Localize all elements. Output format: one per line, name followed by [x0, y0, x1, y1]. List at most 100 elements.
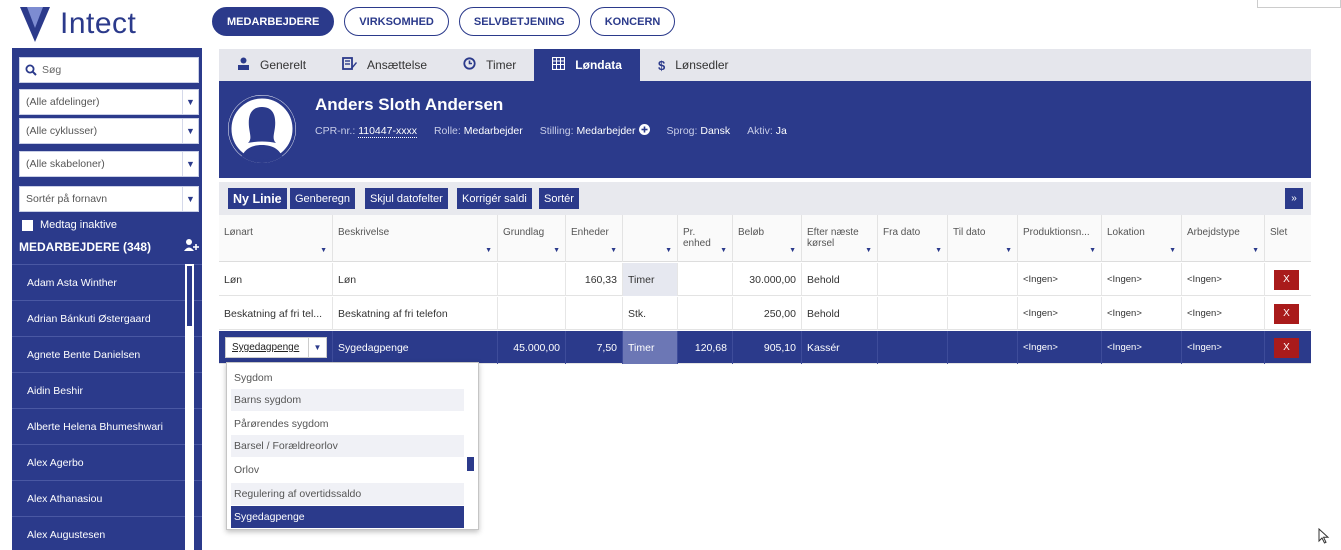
column-header-grundlag[interactable]: Grundlag ▼ — [498, 215, 566, 262]
cell-fra-dato[interactable] — [878, 263, 948, 296]
correct-balances-button[interactable]: Korrigér saldi — [457, 188, 532, 209]
tab-loensedler[interactable]: $ Lønsedler — [640, 49, 747, 81]
filter-icon[interactable]: ▼ — [935, 245, 942, 256]
cell-produktionsnummer[interactable]: <Ingen> — [1018, 263, 1102, 296]
filter-icon[interactable]: ▼ — [320, 245, 327, 256]
cell-loenart[interactable]: Løn — [219, 263, 333, 296]
filter-skabeloner[interactable]: (Alle skabeloner) ▼ — [19, 151, 199, 177]
filter-icon[interactable]: ▼ — [1005, 245, 1012, 256]
cell-pr-enhed[interactable] — [678, 263, 733, 296]
dropdown-scroll-thumb[interactable] — [467, 457, 474, 471]
nav-virksomhed[interactable]: VIRKSOMHED — [344, 7, 449, 36]
cell-enheder[interactable]: 160,33 — [566, 263, 623, 296]
cell-enheder[interactable]: 7,50 — [566, 331, 623, 364]
hide-date-fields-button[interactable]: Skjul datofelter — [365, 188, 448, 209]
employee-item[interactable]: Alex Athanasiou — [12, 480, 202, 516]
delete-row-button[interactable]: X — [1274, 337, 1299, 358]
dropdown-option-selected[interactable]: Sygedagpenge — [231, 506, 464, 528]
cell-beloeb[interactable]: 250,00 — [733, 297, 802, 330]
column-header-arbejdstype[interactable]: Arbejdstype ▼ — [1182, 215, 1265, 262]
cell-efter-naeste-koersel[interactable]: Kassér — [802, 331, 878, 364]
table-row[interactable]: Løn Løn 160,33 Timer 30.000,00 Behold <I… — [219, 263, 1311, 296]
column-header-fra-dato[interactable]: Fra dato ▼ — [878, 215, 948, 262]
table-row-selected[interactable]: Sygedagpenge ▼ Sygedagpenge 45.000,00 7,… — [219, 331, 1311, 364]
column-header-beloeb[interactable]: Beløb ▼ — [733, 215, 802, 262]
cell-efter-naeste-koersel[interactable]: Behold — [802, 297, 878, 330]
column-header-produktionsnummer[interactable]: Produktionsn... ▼ — [1018, 215, 1102, 262]
column-header-loenart[interactable]: Lønart ▼ — [219, 215, 333, 262]
cell-grundlag[interactable]: 45.000,00 — [498, 331, 566, 364]
employee-item[interactable]: Alberte Helena Bhumeshwari — [12, 408, 202, 444]
cell-produktionsnummer[interactable]: <Ingen> — [1018, 297, 1102, 330]
filter-icon[interactable]: ▼ — [1169, 245, 1176, 256]
cell-efter-naeste-koersel[interactable]: Behold — [802, 263, 878, 296]
tab-generelt[interactable]: Generelt — [219, 49, 324, 81]
nav-selvbetjening[interactable]: SELVBETJENING — [458, 7, 580, 36]
filter-afdelinger[interactable]: (Alle afdelinger) ▼ — [19, 89, 199, 115]
filter-icon[interactable]: ▼ — [485, 245, 492, 256]
dropdown-option[interactable]: Regulering af overtidssaldo — [231, 483, 464, 505]
tab-loendata[interactable]: Løndata — [534, 49, 640, 81]
employee-item[interactable]: Aidin Beshir — [12, 372, 202, 408]
expand-panel-button[interactable]: » — [1285, 188, 1303, 209]
filter-icon[interactable]: ▼ — [1252, 245, 1259, 256]
cpr-value[interactable]: 110447-xxxx — [358, 125, 417, 138]
cell-beloeb[interactable]: 905,10 — [733, 331, 802, 364]
cell-arbejdstype[interactable]: <Ingen> — [1182, 263, 1265, 296]
search-input[interactable]: Søg — [19, 57, 199, 83]
column-header-efter-naeste-koersel[interactable]: Efter næste kørsel ▼ — [802, 215, 878, 262]
add-circle-icon[interactable] — [638, 124, 650, 138]
filter-icon[interactable]: ▼ — [665, 245, 672, 256]
filter-icon[interactable]: ▼ — [865, 245, 872, 256]
column-header-lokation[interactable]: Lokation ▼ — [1102, 215, 1182, 262]
sort-button[interactable]: Sortér — [539, 188, 579, 209]
cell-til-dato[interactable] — [948, 331, 1018, 364]
chevron-down-icon[interactable]: ▼ — [308, 338, 326, 357]
sort-select[interactable]: Sortér på fornavn ▼ — [19, 186, 199, 212]
dropdown-option[interactable]: Sygdom — [231, 367, 464, 389]
loenart-combobox[interactable]: Sygedagpenge ▼ — [225, 337, 327, 358]
cell-grundlag[interactable] — [498, 263, 566, 296]
cell-fra-dato[interactable] — [878, 297, 948, 330]
include-inactive-checkbox[interactable] — [22, 219, 33, 231]
employee-item[interactable]: Adam Asta Winther — [12, 264, 202, 300]
tab-timer[interactable]: Timer — [445, 49, 534, 81]
cell-lokation[interactable]: <Ingen> — [1102, 331, 1182, 364]
dropdown-option[interactable]: Orlov — [231, 459, 464, 481]
cell-loenart[interactable]: Beskatning af fri tel... — [219, 297, 333, 330]
employee-item[interactable]: Alex Agerbo — [12, 444, 202, 480]
employee-list-scroll-thumb[interactable] — [187, 266, 192, 326]
filter-icon[interactable]: ▼ — [553, 245, 560, 256]
column-header-enheder[interactable]: Enheder ▼ — [566, 215, 623, 262]
include-inactive[interactable]: Medtag inaktive — [22, 219, 117, 231]
filter-cyklusser[interactable]: (Alle cyklusser) ▼ — [19, 118, 199, 144]
filter-icon[interactable]: ▼ — [789, 245, 796, 256]
cell-beloeb[interactable]: 30.000,00 — [733, 263, 802, 296]
column-header-beskrivelse[interactable]: Beskrivelse ▼ — [333, 215, 498, 262]
nav-koncern[interactable]: KONCERN — [589, 7, 676, 36]
cell-grundlag[interactable] — [498, 297, 566, 330]
column-header-unit-type[interactable]: ▼ — [623, 215, 678, 262]
cell-pr-enhed[interactable] — [678, 297, 733, 330]
cell-pr-enhed[interactable]: 120,68 — [678, 331, 733, 364]
employee-item[interactable]: Agnete Bente Danielsen — [12, 336, 202, 372]
cell-arbejdstype[interactable]: <Ingen> — [1182, 297, 1265, 330]
dropdown-option[interactable]: Barsel / Forældreorlov — [231, 435, 464, 457]
cell-til-dato[interactable] — [948, 263, 1018, 296]
delete-row-button[interactable]: X — [1274, 269, 1299, 290]
cell-lokation[interactable]: <Ingen> — [1102, 263, 1182, 296]
employee-item[interactable]: Alex Augustesen — [12, 516, 202, 550]
column-header-pr-enhed[interactable]: Pr. enhed ▼ — [678, 215, 733, 262]
cell-unit-type[interactable]: Timer — [623, 263, 678, 296]
cell-arbejdstype[interactable]: <Ingen> — [1182, 331, 1265, 364]
cell-fra-dato[interactable] — [878, 331, 948, 364]
new-line-button[interactable]: Ny Linie — [228, 188, 287, 209]
filter-icon[interactable]: ▼ — [1089, 245, 1096, 256]
tab-ansaettelse[interactable]: Ansættelse — [324, 49, 445, 81]
nav-medarbejdere[interactable]: MEDARBEJDERE — [212, 7, 335, 36]
dropdown-option[interactable]: Pårørendes sygdom — [231, 413, 464, 435]
filter-icon[interactable]: ▼ — [720, 245, 727, 256]
recalculate-button[interactable]: Genberegn — [290, 188, 356, 209]
cell-unit-type[interactable]: Stk. — [623, 297, 678, 330]
table-row[interactable]: Beskatning af fri tel... Beskatning af f… — [219, 297, 1311, 330]
